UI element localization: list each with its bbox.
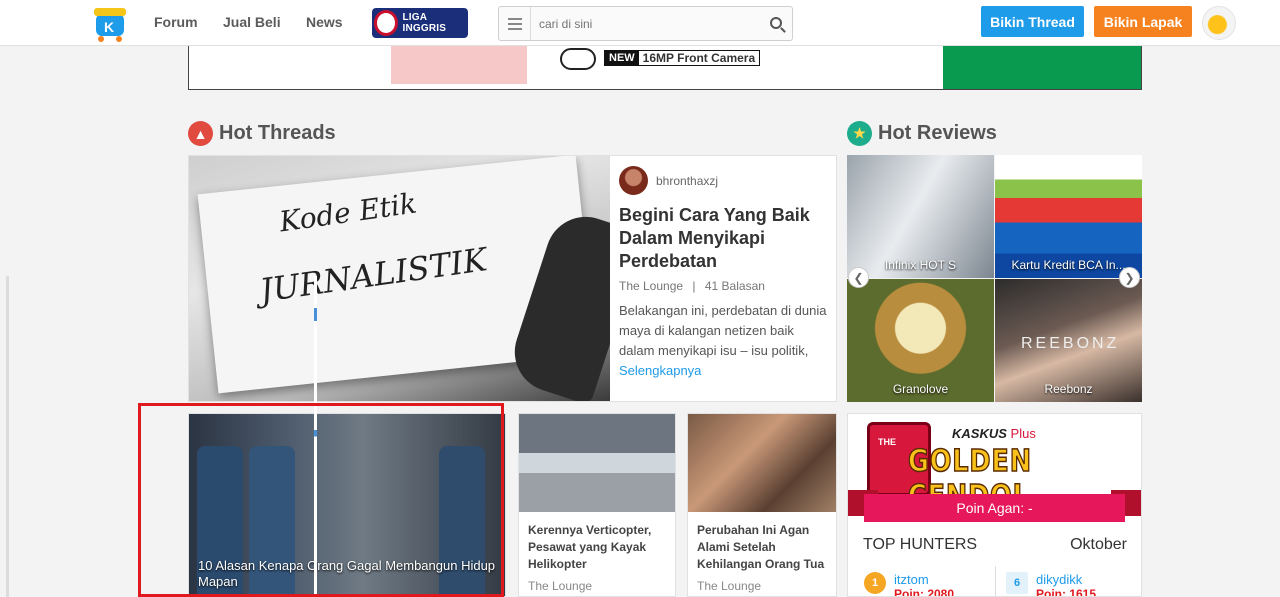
kaskus-text: KASKUS: [952, 426, 1007, 441]
fire-icon: ▲: [188, 121, 213, 146]
featured-thread-meta: bhronthaxzj Begini Cara Yang Baik Dalam …: [619, 166, 829, 381]
description-text: Belakangan ini, perdebatan di dunia maya…: [619, 303, 827, 358]
hot-threads-title: Hot Threads: [219, 122, 336, 144]
search-icon[interactable]: [770, 17, 782, 29]
hunter-points: Poin: 1615: [1036, 587, 1097, 597]
thread-card[interactable]: Kerennya Verticopter, Pesawat yang Kayak…: [518, 413, 676, 597]
kaskus-plus-logo: KASKUS Plus: [952, 426, 1036, 441]
rank-badge: 6: [1006, 572, 1028, 594]
month-label: Oktober: [1070, 536, 1127, 553]
hunter-points: Poin: 2080: [894, 587, 955, 597]
review-item[interactable]: REEBONZ Reebonz: [995, 279, 1142, 402]
nav-jual-beli[interactable]: Jual Beli: [223, 14, 281, 30]
star-icon: ★: [847, 121, 872, 146]
author-avatar[interactable]: [619, 166, 648, 195]
plus-text: Plus: [1010, 426, 1036, 441]
banner-green-panel: [943, 46, 1141, 89]
split-divider: [314, 276, 317, 597]
review-label[interactable]: Granolove: [847, 382, 994, 396]
kaskus-logo[interactable]: K: [88, 4, 132, 42]
review-item[interactable]: Kartu Kredit BCA In...: [995, 155, 1142, 278]
nav-forum[interactable]: Forum: [154, 14, 198, 30]
ad-banner[interactable]: NEW 16MP Front Camera: [188, 46, 1142, 90]
aircraft-photo: [519, 414, 675, 512]
liga-inggris-link[interactable]: LIGA INGGRIS: [372, 8, 468, 38]
hot-reviews-heading: ★ Hot Reviews: [847, 121, 997, 146]
rank-badge: 1: [864, 572, 886, 594]
thread-card-category[interactable]: The Lounge: [519, 573, 675, 593]
nav-news[interactable]: News: [306, 14, 343, 30]
chevron-left-icon[interactable]: ❮: [848, 267, 869, 288]
search-input[interactable]: [539, 15, 759, 33]
thread-card-category[interactable]: The Lounge: [688, 573, 836, 593]
hunter-name[interactable]: itztom: [894, 572, 954, 587]
hot-threads-heading: ▲ Hot Threads: [188, 121, 336, 146]
review-label[interactable]: Kartu Kredit BCA In...: [995, 258, 1142, 272]
user-avatar[interactable]: [1202, 6, 1236, 40]
poin-agan-bar: Poin Agan: -: [864, 494, 1125, 522]
featured-thread-description: Belakangan ini, perdebatan di dunia maya…: [619, 301, 829, 381]
liga-label: LIGA INGGRIS: [402, 12, 447, 34]
review-label[interactable]: Infinix HOT S: [847, 258, 994, 272]
featured-thread-image[interactable]: Kode Etik JURNALISTIK: [189, 156, 610, 401]
new-badge: NEW: [605, 51, 639, 65]
camera-tag: NEW 16MP Front Camera: [604, 50, 761, 66]
hunter-divider: [995, 566, 996, 596]
thread-card-title[interactable]: Kerennya Verticopter, Pesawat yang Kayak…: [519, 512, 675, 573]
hunter-row[interactable]: 6 dikydikk Poin: 1615: [1006, 572, 1097, 597]
thread-card-title[interactable]: Perubahan Ini Agan Alami Setelah Kehilan…: [688, 512, 836, 573]
chevron-right-icon[interactable]: ❯: [1119, 267, 1140, 288]
thread-card[interactable]: 10 Alasan Kenapa Orang Gagal Membangun H…: [188, 413, 506, 597]
info-separator: |: [692, 279, 696, 293]
thread-replies: 41 Balasan: [704, 279, 765, 293]
reebonz-brand-text: REEBONZ: [1021, 335, 1120, 352]
banner-photo: [391, 46, 527, 84]
top-navbar: K Forum Jual Beli News LIGA INGGRIS Biki…: [0, 0, 1280, 46]
thread-card[interactable]: Perubahan Ini Agan Alami Setelah Kehilan…: [687, 413, 837, 597]
camera-text: 16MP Front Camera: [642, 51, 756, 65]
bikin-thread-button[interactable]: Bikin Thread: [981, 6, 1084, 37]
author-username[interactable]: bhronthaxzj: [656, 174, 718, 188]
selengkapnya-link[interactable]: Selengkapnya: [619, 363, 701, 378]
thread-category[interactable]: The Lounge: [619, 279, 683, 293]
top-hunters-heading: TOP HUNTERS: [863, 536, 978, 553]
liga-crest-icon: [374, 10, 399, 36]
review-item[interactable]: Infinix HOT S: [847, 155, 994, 278]
hot-reviews-grid: Infinix HOT S Kartu Kredit BCA In... Gra…: [847, 155, 1142, 402]
left-scroll-strip: [6, 276, 9, 597]
family-photo: [688, 414, 836, 512]
hamburger-menu-icon[interactable]: [499, 7, 531, 40]
featured-thread-title[interactable]: Begini Cara Yang Baik Dalam Menyikapi Pe…: [619, 204, 829, 273]
camera-icon: [560, 48, 596, 70]
thread-author[interactable]: bhronthaxzj: [619, 166, 829, 195]
bikin-lapak-button[interactable]: Bikin Lapak: [1094, 6, 1192, 37]
review-label[interactable]: Reebonz: [995, 382, 1142, 396]
review-item[interactable]: Granolove: [847, 279, 994, 402]
featured-thread-info: The Lounge | 41 Balasan: [619, 279, 829, 293]
featured-thread[interactable]: Kode Etik JURNALISTIK bhronthaxzj Begini…: [188, 155, 837, 402]
hunter-row[interactable]: 1 itztom Poin: 2080: [864, 572, 955, 597]
golden-cendol-box: THE KASKUS Plus GOLDEN CENDOL Poin Agan:…: [847, 413, 1142, 597]
thread-card-title[interactable]: 10 Alasan Kenapa Orang Gagal Membangun H…: [198, 558, 498, 590]
hot-reviews-title: Hot Reviews: [878, 122, 997, 144]
search-bar: [498, 6, 793, 41]
svg-text:K: K: [104, 19, 114, 35]
hunter-name[interactable]: dikydikk: [1036, 572, 1096, 587]
